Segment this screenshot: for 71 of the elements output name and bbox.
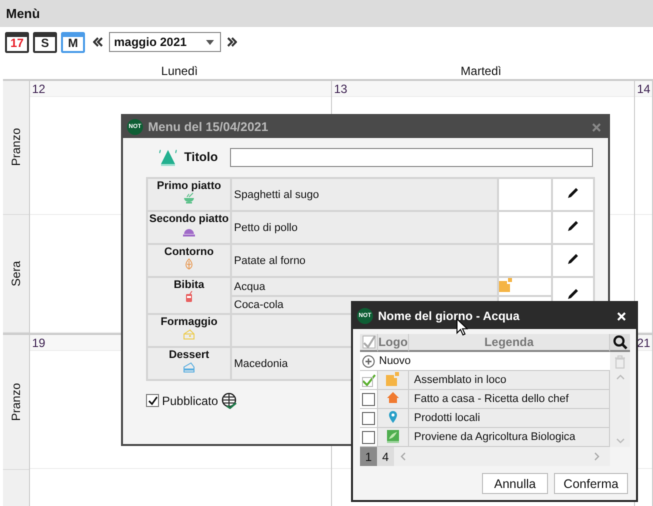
page-button[interactable]: 1 [360, 447, 377, 466]
edit-button[interactable] [567, 288, 579, 300]
search-icon[interactable] [612, 334, 628, 350]
page-title: Menù [5, 5, 40, 21]
meal-label: Pranzo [9, 382, 23, 422]
dish-name: Petto di pollo [234, 222, 298, 234]
date-cell: 12 [30, 81, 331, 97]
course-name: Contorno [163, 246, 215, 258]
double-right-icon[interactable] [227, 37, 237, 47]
legend-label: Proviene da Agricoltura Biologica [414, 431, 576, 443]
edit-button[interactable] [567, 187, 579, 199]
globe-icon [221, 392, 238, 409]
checkbox[interactable] [362, 412, 375, 424]
month-select[interactable]: maggio 2021 [109, 32, 221, 52]
cancel-button[interactable]: Annulla [482, 473, 548, 494]
date-cell: 13 [332, 81, 634, 97]
checkbox[interactable] [362, 430, 375, 444]
bowl-icon [183, 192, 195, 204]
edit-button[interactable] [567, 253, 579, 265]
cone-icon [158, 147, 178, 167]
legend-label: Prodotti locali [414, 412, 480, 424]
title-field[interactable] [230, 148, 593, 166]
cup-icon [183, 291, 195, 303]
squares-icon [499, 278, 513, 292]
caret-icon [206, 40, 214, 44]
checkbox[interactable] [362, 374, 376, 386]
dish-name: Macedonia [234, 358, 288, 370]
dish-name: Coca-cola [234, 299, 284, 311]
course-name: Primo piatto [156, 180, 222, 192]
column-header: Legenda [484, 335, 534, 349]
column-header: Logo [378, 335, 408, 349]
date-cell: 14 [635, 81, 652, 97]
dialog-title: Nome del giorno - Acqua [378, 309, 521, 323]
calendar-view-button[interactable]: 17 [5, 32, 29, 52]
page-button[interactable]: 4 [377, 447, 394, 466]
course-name: Dessert [168, 349, 210, 361]
edit-button[interactable] [567, 220, 579, 232]
cheese-icon [183, 328, 195, 340]
double-left-icon[interactable] [93, 37, 103, 47]
squares-icon [386, 372, 400, 386]
course-name: Formaggio [160, 316, 218, 328]
day-header: Lunedì [161, 64, 198, 78]
plus-icon [362, 354, 375, 368]
legend-label: Fatto a casa - Ricetta dello chef [414, 393, 569, 405]
dish-name: Spaghetti al sugo [234, 188, 320, 200]
day-header: Martedì [460, 64, 502, 78]
legend-label: Assemblato in loco [414, 374, 506, 386]
dish-name: Acqua [234, 280, 266, 292]
checkbox[interactable] [362, 392, 375, 406]
meal-label: Pranzo [9, 128, 23, 166]
confirm-button[interactable]: Conferma [554, 473, 628, 494]
new-item-button[interactable]: Nuovo [360, 352, 610, 371]
checkbox-label: Pubblicato [162, 394, 218, 408]
leaf-icon [183, 258, 195, 270]
meal-label: Sera [9, 260, 23, 286]
course-name: Bibita [172, 279, 206, 291]
dialog-title: Menu del 15/04/2021 [148, 120, 270, 134]
calendar-view-button[interactable]: M [61, 32, 85, 52]
close-icon [592, 122, 601, 132]
published-checkbox[interactable] [146, 394, 159, 407]
close-icon [617, 312, 626, 320]
pin-icon [386, 410, 400, 424]
scrollbar[interactable] [610, 371, 630, 447]
dish-name: Patate al forno [234, 254, 306, 266]
calendar-view-button[interactable]: S [33, 32, 57, 52]
cake-icon [183, 361, 195, 373]
field-label: Titolo [184, 150, 218, 164]
organic-logo-icon [386, 429, 400, 443]
select-all-icon [362, 335, 376, 349]
house-icon [386, 391, 400, 405]
course-name: Secondo piatto [148, 213, 230, 225]
